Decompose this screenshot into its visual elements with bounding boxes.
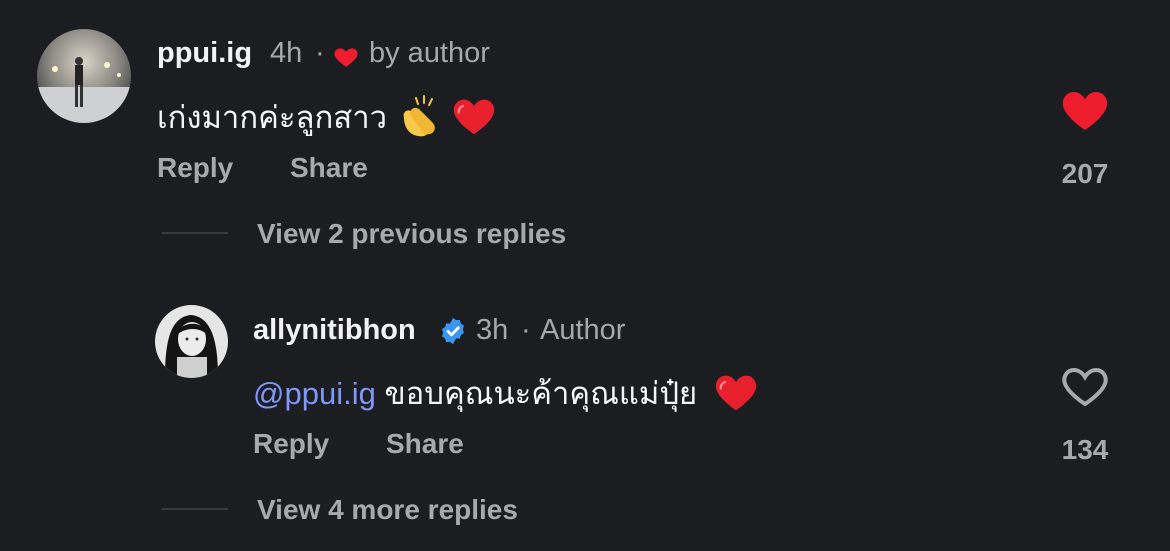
like-heart-icon[interactable] — [1061, 88, 1109, 132]
comment-text-body: เก่งมากค่ะลูกสาว — [157, 100, 388, 135]
verified-badge-icon — [442, 317, 464, 345]
like-count: 207 — [1061, 158, 1109, 189]
comment-username[interactable]: allynitibhon — [253, 314, 416, 347]
author-label: Author — [540, 314, 626, 346]
comment-text: เก่งมากค่ะลูกสาว — [157, 92, 496, 146]
meta-separator: · — [521, 314, 531, 346]
heart-icon — [334, 48, 358, 67]
comment-time: 4h — [270, 37, 303, 69]
avatar-ppui[interactable] — [37, 29, 131, 123]
meta-separator: · — [315, 37, 325, 69]
like-count: 134 — [1061, 434, 1109, 465]
clapping-hands-emoji — [396, 94, 444, 146]
share-button[interactable]: Share — [290, 152, 368, 184]
comment-text: @ppui.ig ขอบคุณนะค้าคุณแม่ปุ๋ย — [253, 368, 758, 420]
comment-time: 3h — [476, 314, 509, 346]
view-previous-replies[interactable]: View 2 previous replies — [257, 218, 566, 250]
divider-line — [162, 232, 228, 234]
divider-line — [162, 508, 228, 510]
comment-text-body: ขอบคุณนะค้าคุณแม่ปุ๋ย — [384, 376, 698, 411]
heart-outline-icon[interactable] — [1061, 364, 1109, 408]
view-more-replies[interactable]: View 4 more replies — [257, 494, 518, 526]
comment-username[interactable]: ppui.ig — [157, 37, 252, 70]
avatar-allynitibhon[interactable] — [155, 305, 228, 378]
red-heart-emoji — [452, 96, 496, 144]
reply-button[interactable]: Reply — [157, 152, 233, 184]
reply-button[interactable]: Reply — [253, 428, 329, 460]
by-author-label: by author — [369, 37, 490, 69]
red-heart-emoji — [714, 372, 758, 420]
mention-link[interactable]: @ppui.ig — [253, 376, 376, 411]
share-button[interactable]: Share — [386, 428, 464, 460]
